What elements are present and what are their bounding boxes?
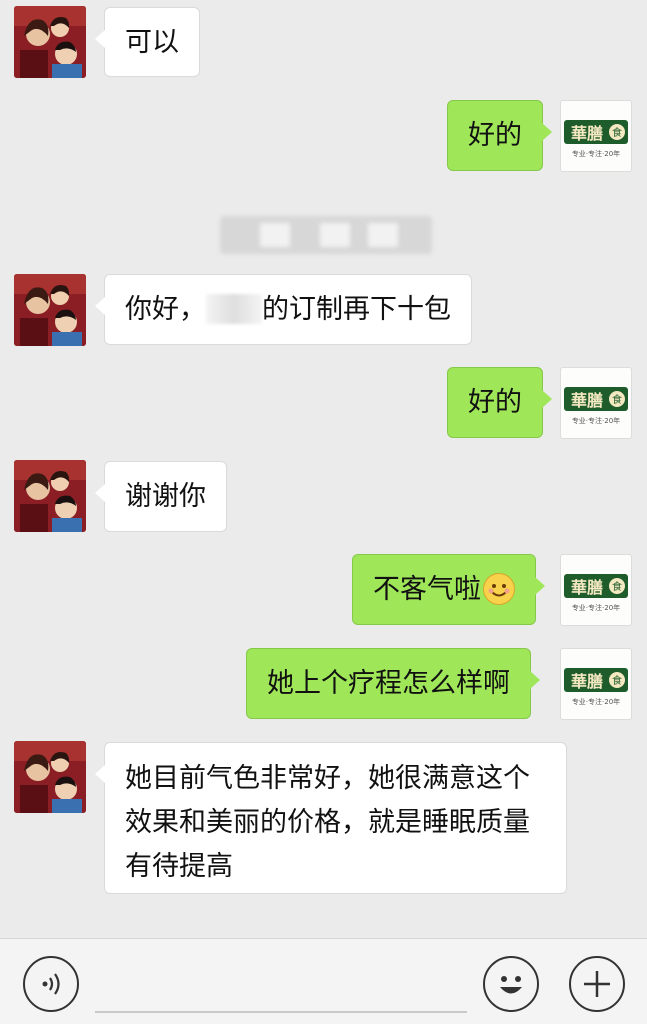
message-text: 她目前气色非常好，她很满意这个效果和美丽的价格，就是睡眠质量有待提高 — [125, 763, 530, 882]
contact-avatar[interactable] — [14, 274, 86, 346]
svg-text:食: 食 — [612, 393, 622, 406]
message-text: 好的 — [468, 387, 522, 418]
brand-logo-icon: 華膳 食 专业·专注·20年 — [564, 387, 628, 425]
my-avatar[interactable]: 華膳 食 专业·专注·20年 — [560, 367, 632, 439]
message-bubble-incoming[interactable]: 谢谢你 — [95, 461, 227, 532]
svg-text:食: 食 — [612, 580, 622, 593]
timestamp-redacted — [220, 216, 432, 254]
svg-text:食: 食 — [612, 126, 622, 139]
family-photo-icon — [14, 274, 86, 346]
message-bubble-outgoing[interactable]: 不客气啦 — [352, 554, 545, 625]
message-input[interactable] — [95, 1011, 467, 1013]
family-photo-icon — [14, 6, 86, 78]
my-avatar[interactable]: 華膳 食 专业·专注·20年 — [560, 648, 632, 720]
voice-button[interactable] — [23, 956, 79, 1012]
chat-area: 可以 好的 華膳 食 专业·专注·20年 你好， 的订制再下十包 好的 華膳 食… — [0, 0, 647, 938]
message-text: 好的 — [468, 120, 522, 151]
family-photo-icon — [14, 741, 86, 813]
message-text-after: 的订制再下十包 — [262, 294, 451, 325]
message-text: 可以 — [125, 27, 179, 58]
my-avatar[interactable]: 華膳 食 专业·专注·20年 — [560, 100, 632, 172]
svg-text:专业·专注·20年: 专业·专注·20年 — [572, 416, 620, 425]
brand-logo-icon: 華膳 食 专业·专注·20年 — [564, 668, 628, 706]
message-bubble-incoming[interactable]: 你好， 的订制再下十包 — [95, 274, 472, 345]
message-bubble-outgoing[interactable]: 好的 — [447, 100, 552, 171]
svg-text:華膳: 華膳 — [571, 124, 603, 143]
svg-text:華膳: 華膳 — [571, 578, 603, 597]
svg-text:華膳: 華膳 — [571, 391, 603, 410]
plus-icon — [584, 971, 610, 997]
emoji-button[interactable] — [483, 956, 539, 1012]
redacted-text — [206, 294, 262, 324]
contact-avatar[interactable] — [14, 460, 86, 532]
message-text-before: 你好， — [125, 294, 206, 325]
message-text: 她上个疗程怎么样啊 — [267, 668, 510, 699]
svg-text:专业·专注·20年: 专业·专注·20年 — [572, 149, 620, 158]
svg-text:专业·专注·20年: 专业·专注·20年 — [572, 603, 620, 612]
voice-icon — [42, 973, 60, 995]
message-text: 谢谢你 — [125, 481, 206, 512]
my-avatar[interactable]: 華膳 食 专业·专注·20年 — [560, 554, 632, 626]
message-bubble-outgoing[interactable]: 好的 — [447, 367, 552, 438]
chat-input-bar — [0, 938, 647, 1024]
contact-avatar[interactable] — [14, 741, 86, 813]
brand-logo-icon: 華膳 食 专业·专注·20年 — [564, 120, 628, 158]
svg-text:華膳: 華膳 — [571, 672, 603, 691]
message-bubble-incoming[interactable]: 可以 — [95, 7, 200, 77]
message-bubble-outgoing[interactable]: 她上个疗程怎么样啊 — [246, 648, 540, 719]
emoji-icon — [500, 976, 522, 994]
brand-logo-icon: 華膳 食 专业·专注·20年 — [564, 574, 628, 612]
message-text: 不客气啦 — [373, 574, 481, 605]
message-bubble-incoming[interactable]: 她目前气色非常好，她很满意这个效果和美丽的价格，就是睡眠质量有待提高 — [95, 742, 567, 894]
contact-avatar[interactable] — [14, 6, 86, 78]
svg-text:食: 食 — [612, 674, 622, 687]
more-button[interactable] — [569, 956, 625, 1012]
svg-text:专业·专注·20年: 专业·专注·20年 — [572, 697, 620, 706]
family-photo-icon — [14, 460, 86, 532]
smile-emoji-icon — [483, 573, 515, 605]
